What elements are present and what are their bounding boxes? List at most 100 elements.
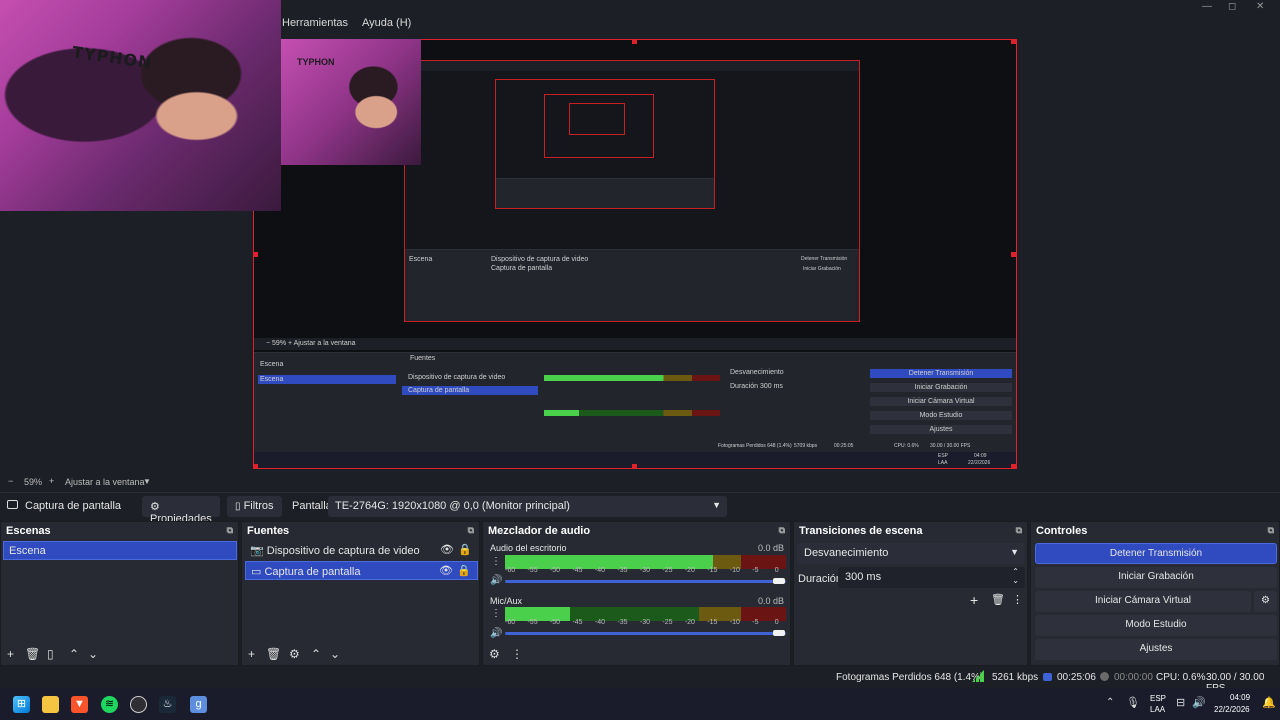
minimize-icon[interactable]: —: [1202, 1, 1212, 12]
menu-icon[interactable]: ⋮: [511, 647, 523, 661]
maximize-icon[interactable]: ◻: [1228, 1, 1236, 12]
bitrate: 5261 kbps: [992, 672, 1039, 683]
trash-icon[interactable]: 🗑: [991, 593, 1005, 606]
volume-icon[interactable]: 🔊: [1192, 696, 1206, 709]
gear-icon: ⚙: [150, 501, 160, 513]
meter-tick-label: 0: [774, 619, 779, 626]
volume-knob[interactable]: [773, 630, 785, 636]
track-name-desktop: Audio del escritorio: [490, 543, 567, 553]
steam-icon[interactable]: ♨: [159, 696, 176, 713]
track-db-mic: 0.0 dB: [757, 596, 784, 606]
meter-tick-label: -60: [505, 619, 516, 626]
transition-select[interactable]: Desvanecimiento ▼: [797, 543, 1025, 564]
down-icon[interactable]: ⌄: [330, 647, 340, 661]
display-label: Pantalla: [292, 500, 332, 512]
chevron-down-icon[interactable]: ⌄: [1012, 576, 1019, 585]
track-menu-icon[interactable]: ⋮: [491, 556, 501, 567]
volume-slider-desktop[interactable]: [505, 580, 786, 583]
volume-slider-mic[interactable]: [505, 632, 786, 635]
menu-icon[interactable]: ⋮: [1012, 593, 1023, 606]
menu-tools[interactable]: Herramientas: [282, 17, 348, 29]
camera-icon: 📷: [250, 545, 264, 557]
track-menu-icon[interactable]: ⋮: [491, 608, 501, 619]
source-item-screen-capture[interactable]: ▭ Captura de pantalla 👁 🔒: [245, 561, 478, 580]
tray-layout[interactable]: LAA: [1150, 705, 1165, 714]
trash-icon[interactable]: 🗑: [266, 647, 281, 661]
meter-tick-label: -45: [572, 619, 583, 626]
scene-item[interactable]: Escena: [3, 541, 237, 560]
mixer-title: Mezclador de audio ⧉: [488, 525, 785, 537]
record-icon: [1100, 672, 1109, 681]
add-icon[interactable]: +: [970, 592, 978, 608]
source-label: Dispositivo de captura de video: [266, 545, 420, 557]
chevron-up-icon[interactable]: ⌃: [1012, 567, 1019, 576]
undock-icon[interactable]: ⧉: [779, 525, 785, 536]
close-icon[interactable]: ✕: [1256, 1, 1264, 12]
add-icon[interactable]: +: [7, 647, 14, 661]
scenes-dock: Escenas ⧉ Escena + 🗑 ▯ ⌃ ⌄: [0, 521, 239, 666]
up-icon[interactable]: ⌃: [311, 647, 321, 661]
app-g-icon[interactable]: g: [190, 696, 207, 713]
controls-dock: Controles ⧉ Detener Transmisión Iniciar G…: [1030, 521, 1280, 666]
zoom-out-button[interactable]: −: [8, 476, 13, 486]
meter-tick-label: -45: [572, 567, 583, 574]
brave-browser-icon[interactable]: ▼: [71, 696, 88, 713]
lock-icon[interactable]: 🔒: [458, 543, 472, 556]
eye-icon[interactable]: 👁: [440, 543, 454, 556]
filter-icon[interactable]: ▯: [47, 647, 54, 661]
spotify-icon[interactable]: ≋: [101, 696, 118, 713]
zoom-menu-icon[interactable]: ▼: [143, 477, 151, 486]
settings-button[interactable]: Ajustes: [1035, 639, 1277, 660]
properties-button[interactable]: ⚙ Propiedades: [142, 496, 220, 525]
menu-help[interactable]: Ayuda (H): [362, 17, 411, 29]
zoom-in-button[interactable]: +: [49, 476, 54, 486]
meter-tick-label: -15: [707, 619, 718, 626]
source-item-video-capture[interactable]: 📷 Dispositivo de captura de video 👁 🔒: [245, 541, 478, 560]
lock-icon[interactable]: 🔒: [457, 564, 471, 577]
audio-mixer-dock: Mezclador de audio ⧉ Audio del escritorio…: [482, 521, 791, 666]
microphone-icon[interactable]: 🎙: [1126, 696, 1140, 709]
filter-icon: ▯: [235, 501, 241, 512]
trash-icon[interactable]: 🗑: [25, 647, 40, 661]
source-name: Captura de pantalla: [25, 500, 122, 512]
webcam-capture[interactable]: TYPHON: [0, 0, 281, 211]
display-select[interactable]: TE-2764G: 1920x1080 @ 0,0 (Monitor princ…: [328, 496, 727, 517]
down-icon[interactable]: ⌄: [88, 647, 98, 661]
volume-knob[interactable]: [773, 578, 785, 584]
file-explorer-icon[interactable]: [42, 696, 59, 713]
windows-start-icon[interactable]: ⊞: [13, 696, 30, 713]
source-toolbar: Captura de pantalla ⚙ Propiedades ▯ Filt…: [0, 492, 1280, 525]
tray-date[interactable]: 22/2/2026: [1214, 705, 1250, 714]
duration-spinbox[interactable]: 300 ms ⌃ ⌄: [838, 567, 1025, 588]
undock-icon[interactable]: ⧉: [468, 525, 474, 536]
start-virtual-cam-button[interactable]: Iniciar Cámara Virtual: [1035, 591, 1251, 612]
scenes-title: Escenas ⧉: [6, 525, 233, 537]
speaker-icon[interactable]: 🔊: [490, 575, 502, 586]
advanced-audio-icon[interactable]: ⚙: [489, 647, 500, 661]
virtual-cam-settings-button[interactable]: ⚙: [1254, 591, 1277, 612]
speaker-icon[interactable]: 🔊: [490, 628, 502, 639]
undock-icon[interactable]: ⧉: [1016, 525, 1022, 536]
zoom-bar: − 59% + Ajustar a la ventana ▼: [0, 474, 1280, 490]
undock-icon[interactable]: ⧉: [227, 525, 233, 536]
stop-stream-button[interactable]: Detener Transmisión: [1035, 543, 1277, 564]
tray-chevron-icon[interactable]: ⌃: [1106, 697, 1114, 708]
gear-icon[interactable]: ⚙: [289, 647, 300, 661]
obs-icon[interactable]: [130, 696, 147, 713]
tray-language[interactable]: ESP: [1150, 694, 1166, 703]
webcam-logo: TYPHON: [71, 42, 154, 73]
filters-button[interactable]: ▯ Filtros: [227, 496, 282, 517]
add-icon[interactable]: +: [248, 647, 255, 661]
undock-icon[interactable]: ⧉: [1268, 525, 1274, 536]
fit-to-window[interactable]: Ajustar a la ventana: [65, 477, 145, 487]
up-icon[interactable]: ⌃: [69, 647, 79, 661]
notifications-icon[interactable]: 🔔: [1262, 696, 1276, 709]
filters-label: Filtros: [243, 500, 274, 512]
inner-toolbar: − 59% + Ajustar a la ventana: [254, 338, 1016, 350]
start-recording-button[interactable]: Iniciar Grabación: [1035, 567, 1277, 588]
tray-time[interactable]: 04:09: [1230, 693, 1250, 702]
display-value: TE-2764G: 1920x1080 @ 0,0 (Monitor princ…: [335, 500, 570, 512]
network-icon[interactable]: ⊟: [1176, 696, 1185, 709]
studio-mode-button[interactable]: Modo Estudio: [1035, 615, 1277, 636]
eye-icon[interactable]: 👁: [439, 564, 453, 577]
